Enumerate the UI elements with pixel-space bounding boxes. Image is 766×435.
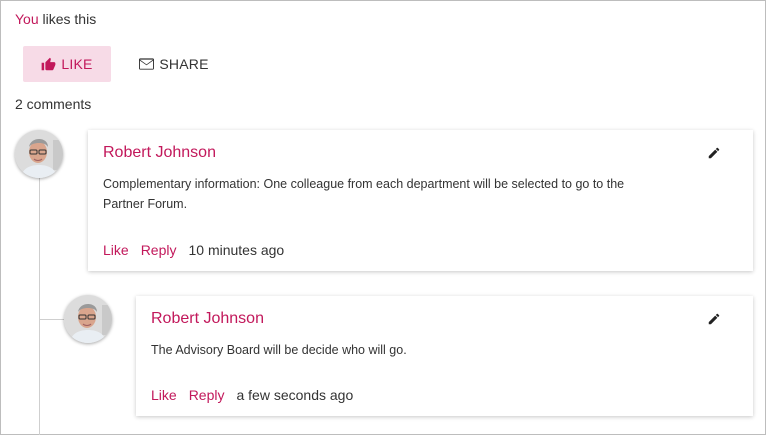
avatar[interactable] bbox=[64, 295, 112, 343]
like-button-label: LIKE bbox=[61, 56, 93, 72]
pencil-icon[interactable] bbox=[707, 312, 721, 331]
thread-connector-vertical bbox=[39, 178, 40, 435]
comment-timestamp: a few seconds ago bbox=[236, 387, 354, 403]
thumbs-up-icon bbox=[42, 57, 56, 71]
comment-author[interactable]: Robert Johnson bbox=[103, 144, 216, 162]
comment-card: Robert Johnson The Advisory Board will b… bbox=[136, 296, 753, 416]
comment-reply-link[interactable]: Reply bbox=[189, 387, 225, 403]
share-button-label: SHARE bbox=[159, 56, 209, 72]
comment-timestamp: 10 minutes ago bbox=[188, 242, 285, 258]
comment-author[interactable]: Robert Johnson bbox=[151, 310, 264, 328]
comment-card: Robert Johnson Complementary information… bbox=[88, 130, 753, 271]
likes-suffix: likes this bbox=[38, 11, 97, 27]
pencil-icon[interactable] bbox=[707, 146, 721, 165]
likes-actor[interactable]: You bbox=[15, 11, 39, 27]
comment-text: Complementary information: One colleague… bbox=[103, 177, 625, 211]
share-button[interactable]: SHARE bbox=[134, 46, 214, 82]
likes-summary: You likes this bbox=[15, 11, 96, 27]
comment-like-link[interactable]: Like bbox=[103, 242, 129, 258]
comment-reply-link[interactable]: Reply bbox=[141, 242, 177, 258]
comment-text: The Advisory Board will be decide who wi… bbox=[151, 343, 407, 357]
comment-like-link[interactable]: Like bbox=[151, 387, 177, 403]
comments-count: 2 comments bbox=[15, 96, 92, 112]
user-photo-icon bbox=[64, 295, 112, 343]
envelope-icon bbox=[139, 58, 155, 70]
like-button[interactable]: LIKE bbox=[23, 46, 111, 82]
comment-actions: Like Reply 10 minutes ago bbox=[103, 242, 284, 258]
avatar[interactable] bbox=[15, 130, 63, 178]
user-photo-icon bbox=[15, 130, 63, 178]
comment-actions: Like Reply a few seconds ago bbox=[151, 387, 353, 403]
thread-connector-horizontal bbox=[39, 319, 65, 320]
